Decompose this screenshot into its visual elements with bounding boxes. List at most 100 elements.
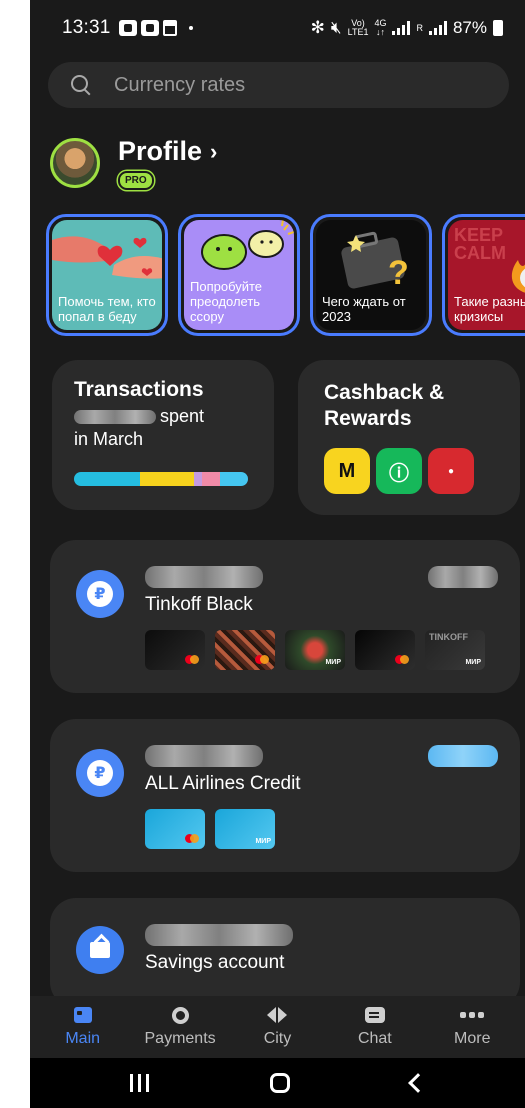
- home-icon[interactable]: [269, 1073, 290, 1093]
- bank-card[interactable]: МИР: [285, 630, 345, 670]
- battery-percent: 87%: [452, 18, 487, 37]
- status-bar: 13:31 ✻ 🔇︎ Vo) LTE1 4G ↓↑ R 87%: [30, 0, 525, 56]
- savings-icon: [76, 926, 124, 974]
- signal-icon-sim2: [428, 21, 447, 35]
- chat-icon: [364, 1006, 386, 1024]
- mir-icon: МИР: [465, 659, 481, 666]
- avatar[interactable]: [50, 138, 100, 188]
- app-screen: 13:31 ✻ 🔇︎ Vo) LTE1 4G ↓↑ R 87% Currency…: [30, 0, 525, 1108]
- story-caption: Попробуйте преодолеть ссору: [190, 279, 263, 324]
- transactions-period: in March: [74, 429, 144, 449]
- story-caption: Такие разные кризисы: [454, 294, 525, 324]
- 4g-indicator: 4G ↓↑: [374, 18, 387, 37]
- transactions-card[interactable]: Transactions spent in March: [52, 360, 274, 510]
- more-icon: [460, 1006, 485, 1024]
- notification-app-icon: [140, 20, 159, 36]
- notification-doc-icon: [162, 20, 177, 36]
- story-card[interactable]: Попробуйте преодолеть ссору: [178, 214, 300, 336]
- green-partner-icon[interactable]: ⓘ: [376, 448, 422, 494]
- story-card[interactable]: ? Чего ждать от 2023: [310, 214, 432, 336]
- back-icon[interactable]: [407, 1073, 428, 1093]
- status-time: 13:31: [62, 17, 111, 38]
- pro-badge: PRO: [118, 171, 154, 190]
- account-name: Savings account: [145, 952, 285, 973]
- card-list: МИР TINKOFF МИР: [145, 630, 485, 670]
- search-bar[interactable]: Currency rates: [48, 62, 509, 108]
- mir-icon: МИР: [255, 838, 271, 845]
- hidden-credit-amount: [428, 745, 498, 767]
- spending-segment: [202, 472, 220, 486]
- hidden-balance: [145, 924, 293, 946]
- account-card-savings[interactable]: Savings account: [50, 898, 520, 1008]
- spending-segment: [220, 472, 248, 486]
- nav-city[interactable]: City: [232, 996, 322, 1058]
- payments-icon: [169, 1006, 191, 1024]
- mute-icon: 🔇︎: [330, 18, 342, 37]
- cashback-title: Cashback & Rewards: [324, 381, 445, 430]
- city-icon: [266, 1006, 288, 1024]
- account-card-tinkoff-black[interactable]: ₽ Tinkoff Black МИР TINKOFF МИР: [50, 540, 520, 693]
- system-navigation-bar: [30, 1058, 525, 1108]
- nav-main[interactable]: Main: [38, 996, 128, 1058]
- nav-label: Chat: [357, 1030, 392, 1047]
- battery-icon: [493, 20, 503, 36]
- bank-card[interactable]: [355, 630, 415, 670]
- spending-segment: [74, 472, 140, 486]
- spending-segment: [140, 472, 194, 486]
- nav-label: City: [263, 1030, 292, 1047]
- story-card[interactable]: KEEP CALM Такие разные кризисы: [442, 214, 525, 336]
- flame-illustration: [511, 260, 525, 293]
- nav-more[interactable]: More: [427, 996, 517, 1058]
- profile-link[interactable]: Profile › PRO: [50, 136, 217, 190]
- briefcase-question-illustration: ?: [341, 231, 409, 292]
- transactions-title: Transactions: [74, 378, 204, 401]
- story-caption: Помочь тем, кто попал в беду: [58, 294, 156, 324]
- bank-card[interactable]: МИР: [215, 809, 275, 849]
- profile-title: Profile: [118, 136, 203, 166]
- bank-card[interactable]: [215, 630, 275, 670]
- account-name: Tinkoff Black: [145, 594, 253, 615]
- recent-apps-icon[interactable]: [130, 1074, 150, 1092]
- cashback-rewards-card[interactable]: Cashback & Rewards M ⓘ ●: [298, 360, 520, 515]
- yandex-m-icon[interactable]: M: [324, 448, 370, 494]
- system-status-icons: ✻ 🔇︎ Vo) LTE1 4G ↓↑ R 87%: [311, 18, 503, 38]
- spending-segment: [194, 472, 202, 486]
- roaming-label: R: [416, 22, 423, 33]
- nav-payments[interactable]: Payments: [135, 996, 225, 1058]
- search-icon: [70, 74, 92, 96]
- ruble-icon: ₽: [76, 749, 124, 797]
- hidden-balance: [145, 745, 263, 767]
- nav-chat[interactable]: Chat: [330, 996, 420, 1058]
- bank-card[interactable]: [145, 809, 205, 849]
- main-icon: [72, 1006, 94, 1024]
- mastercard-icon: [255, 655, 269, 664]
- bank-card[interactable]: TINKOFF МИР: [425, 630, 485, 670]
- bank-card[interactable]: [145, 630, 205, 670]
- spending-bar: [74, 472, 248, 486]
- mastercard-icon: [185, 655, 199, 664]
- account-card-airlines-credit[interactable]: ₽ ALL Airlines Credit МИР: [50, 719, 520, 872]
- red-partner-icon[interactable]: ●: [428, 448, 474, 494]
- nav-label: Main: [65, 1030, 101, 1047]
- bluetooth-icon: ✻: [310, 18, 325, 37]
- hidden-amount: [428, 566, 498, 588]
- helping-hands-illustration: [52, 236, 162, 279]
- card-list: МИР: [145, 809, 275, 849]
- card-brand-text: TINKOFF: [429, 632, 468, 642]
- signal-icon: [392, 21, 411, 35]
- account-name: ALL Airlines Credit: [145, 773, 301, 794]
- notification-app-icon: [118, 20, 137, 36]
- nav-label: Payments: [144, 1030, 216, 1047]
- svg-text:?: ?: [388, 254, 409, 292]
- story-card[interactable]: Помочь тем, кто попал в беду: [46, 214, 168, 336]
- volte-indicator: Vo) LTE1: [347, 18, 369, 37]
- notification-icons: [118, 20, 193, 36]
- nav-label: More: [454, 1030, 491, 1047]
- ruble-icon: ₽: [76, 570, 124, 618]
- hidden-amount: [74, 409, 156, 424]
- more-notifications-dot-icon: [188, 26, 193, 30]
- stories-carousel[interactable]: Помочь тем, кто попал в беду Попробуйте …: [46, 214, 525, 336]
- bottom-navigation: Main Payments City Chat More: [30, 996, 525, 1058]
- search-placeholder: Currency rates: [114, 73, 246, 96]
- mastercard-icon: [185, 834, 199, 843]
